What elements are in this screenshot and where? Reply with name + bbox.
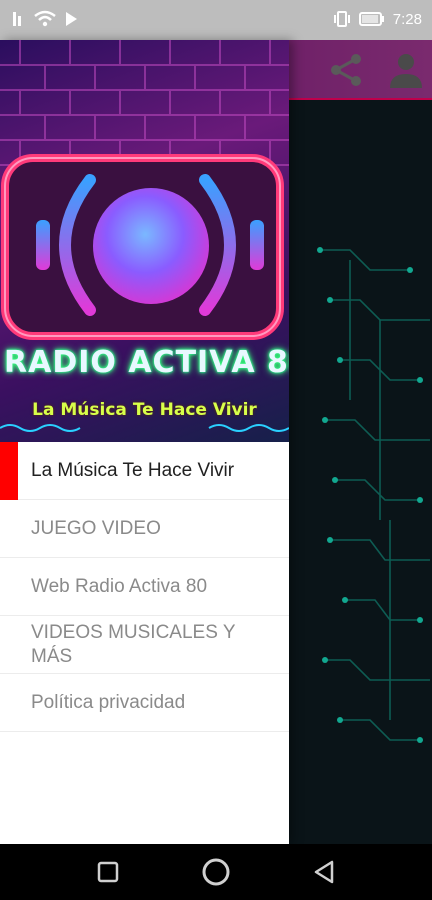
radio-logo [0, 154, 289, 432]
drawer-menu: La Música Te Hace Vivir JUEGO VIDEO Web … [0, 442, 289, 732]
vibrate-icon [333, 11, 350, 27]
menu-item-label: JUEGO VIDEO [31, 517, 161, 539]
drawer-header: RADIO ACTIVA 80 La Música Te Hace Vivir [0, 40, 289, 442]
station-name: RADIO ACTIVA 80 [4, 345, 289, 380]
person-icon[interactable] [386, 50, 426, 90]
status-time: 7:28 [392, 10, 422, 28]
header-slogan: La Música Te Hace Vivir [32, 400, 257, 420]
menu-item-web-radio[interactable]: Web Radio Activa 80 [0, 558, 289, 616]
back-icon[interactable] [296, 844, 352, 900]
sim-icon [13, 12, 21, 26]
recents-icon[interactable] [80, 844, 136, 900]
wifi-icon [34, 10, 56, 27]
circuit-background [317, 247, 430, 743]
system-navigation-bar [0, 844, 432, 900]
play-icon [66, 12, 77, 26]
menu-item-label: Política privacidad [31, 691, 186, 713]
menu-item-videos-musicales[interactable]: VIDEOS MUSICALES Y MÁS [0, 616, 289, 674]
menu-item-la-musica[interactable]: La Música Te Hace Vivir [0, 442, 289, 500]
menu-item-politica-privacidad[interactable]: Política privacidad [0, 674, 289, 732]
menu-item-label: VIDEOS MUSICALES Y MÁS [31, 621, 236, 667]
battery-icon [358, 12, 384, 26]
menu-item-label: La Música Te Hace Vivir [31, 459, 235, 481]
navigation-drawer: RADIO ACTIVA 80 La Música Te Hace Vivir … [0, 40, 289, 844]
share-icon[interactable] [326, 50, 366, 90]
menu-item-juego-video[interactable]: JUEGO VIDEO [0, 500, 289, 558]
menu-item-label: Web Radio Activa 80 [31, 575, 208, 597]
home-icon[interactable] [188, 844, 244, 900]
status-bar: 7:28 [0, 0, 432, 40]
